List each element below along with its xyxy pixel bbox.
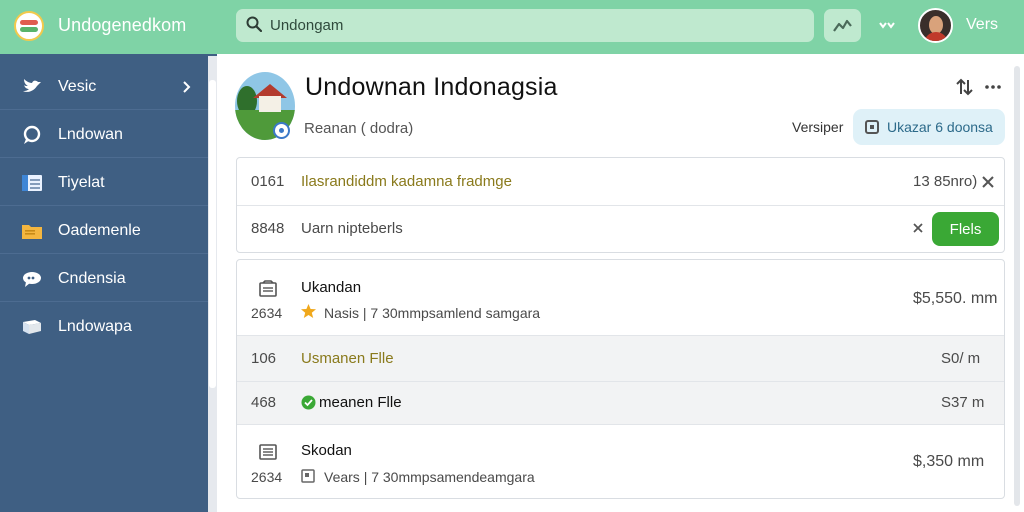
sidebar-item-label: Tiyelat — [58, 174, 105, 191]
cloud-chat-icon — [23, 272, 41, 287]
item-id: 0161 — [251, 173, 285, 190]
more-icon[interactable] — [985, 85, 1001, 89]
row-price: S0/ m — [941, 350, 981, 367]
table-row[interactable]: 468 meanen Flle S37 m — [237, 382, 1004, 425]
row-meta: Vears | 7 30mmpsamendeamgara — [324, 469, 535, 485]
top-bar: Undogenedkom Vers — [0, 0, 1024, 54]
app-logo[interactable] — [14, 11, 44, 41]
avatar[interactable] — [918, 8, 953, 43]
item-link[interactable]: Ilasrandiddm kadamna fradmge — [301, 173, 512, 190]
sidebar-item-label: Oademenle — [58, 222, 141, 239]
sidebar-item-tiyelat[interactable]: Tiyelat — [0, 160, 208, 206]
sidebar-item-label: Vesic — [58, 78, 97, 95]
table-row[interactable]: Skodan 2634 Vears | 7 30mmpsamendeamgara… — [237, 425, 1004, 499]
bird-icon — [23, 79, 41, 92]
sidebar-item-lndowan[interactable]: Lndowan — [0, 112, 208, 158]
sidebar-item-label: Lndowan — [58, 126, 123, 143]
search-bar[interactable] — [236, 9, 814, 42]
chevron-down-icon[interactable] — [878, 19, 896, 33]
sidebar: Vesic Lndowan Tiyelat Oademenle Cndensia… — [0, 54, 217, 512]
item-id: 8848 — [251, 220, 285, 237]
sidebar-item-lndowapa[interactable]: Lndowapa — [0, 304, 208, 350]
close-icon[interactable] — [913, 223, 923, 233]
user-menu-label[interactable]: Vers — [966, 16, 998, 34]
sidebar-item-vesic[interactable]: Vesic — [0, 64, 208, 110]
check-icon — [301, 395, 316, 410]
page-title: Undownan Indonagsia — [305, 73, 558, 101]
file-list-card: Ukandan 2634 Nasis | 7 30mmpsamlend samg… — [236, 259, 1005, 499]
row-id: 468 — [251, 394, 277, 411]
list-item[interactable]: 8848 Uarn nipteberls Flels — [237, 206, 1004, 253]
search-icon — [246, 16, 262, 32]
row-price: S37 m — [941, 394, 985, 411]
row-title[interactable]: Usmanen Flle — [301, 350, 394, 367]
row-year: 2634 — [251, 305, 283, 321]
sidebar-item-cndensia[interactable]: Cndensia — [0, 256, 208, 302]
close-icon[interactable] — [981, 175, 995, 189]
activity-icon — [832, 19, 852, 32]
header-actions[interactable] — [955, 77, 1005, 97]
image-icon — [301, 469, 315, 483]
item-value: 13 85nro) — [913, 173, 978, 190]
status-badge — [273, 122, 290, 139]
sidebar-scrollbar[interactable] — [208, 56, 217, 512]
sort-icon[interactable] — [956, 78, 973, 96]
flag-icon — [23, 320, 41, 334]
version-pill-label: Ukazar 6 doonsa — [887, 119, 993, 135]
row-title[interactable]: meanen Flle — [319, 394, 402, 411]
document-icon — [259, 444, 277, 460]
row-title: Skodan — [301, 442, 352, 459]
row-price: $,350 mm — [913, 453, 985, 470]
search-input[interactable] — [270, 9, 800, 42]
sidebar-item-oademenle[interactable]: Oademenle — [0, 208, 208, 254]
row-year: 2634 — [251, 469, 283, 485]
row-title: Ukandan — [301, 279, 362, 296]
image-icon — [865, 120, 879, 134]
scrollbar-thumb[interactable] — [209, 80, 216, 388]
row-id: 106 — [251, 350, 277, 367]
page-subtitle: Reanan ( dodra) — [304, 120, 414, 137]
chat-bubble-icon — [23, 125, 41, 144]
scrollbar-thumb[interactable] — [1014, 66, 1020, 506]
files-button[interactable]: Flels — [932, 212, 999, 246]
sidebar-item-label: Cndensia — [58, 270, 126, 287]
main-scrollbar[interactable] — [1012, 60, 1022, 512]
version-label: Versiper — [792, 119, 844, 135]
row-price: $5,550. mm — [913, 290, 998, 307]
chevron-right-icon — [183, 81, 191, 93]
star-icon — [301, 304, 316, 318]
table-row[interactable]: Ukandan 2634 Nasis | 7 30mmpsamlend samg… — [237, 260, 1004, 336]
folder-icon — [22, 225, 42, 239]
sidebar-item-label: Lndowapa — [58, 318, 132, 335]
upload-card: 0161 Ilasrandiddm kadamna fradmge 13 85n… — [236, 157, 1005, 253]
app-title: Undogenedkom — [58, 15, 187, 35]
activity-button[interactable] — [824, 9, 861, 42]
row-meta: Nasis | 7 30mmpsamlend samgara — [324, 305, 541, 321]
item-text: Uarn nipteberls — [301, 220, 403, 237]
document-icon — [259, 280, 277, 297]
table-row[interactable]: 106 Usmanen Flle S0/ m — [237, 336, 1004, 382]
version-selector[interactable]: Ukazar 6 doonsa — [853, 109, 1005, 145]
list-item[interactable]: 0161 Ilasrandiddm kadamna fradmge 13 85n… — [237, 158, 1004, 206]
list-icon — [22, 175, 42, 191]
